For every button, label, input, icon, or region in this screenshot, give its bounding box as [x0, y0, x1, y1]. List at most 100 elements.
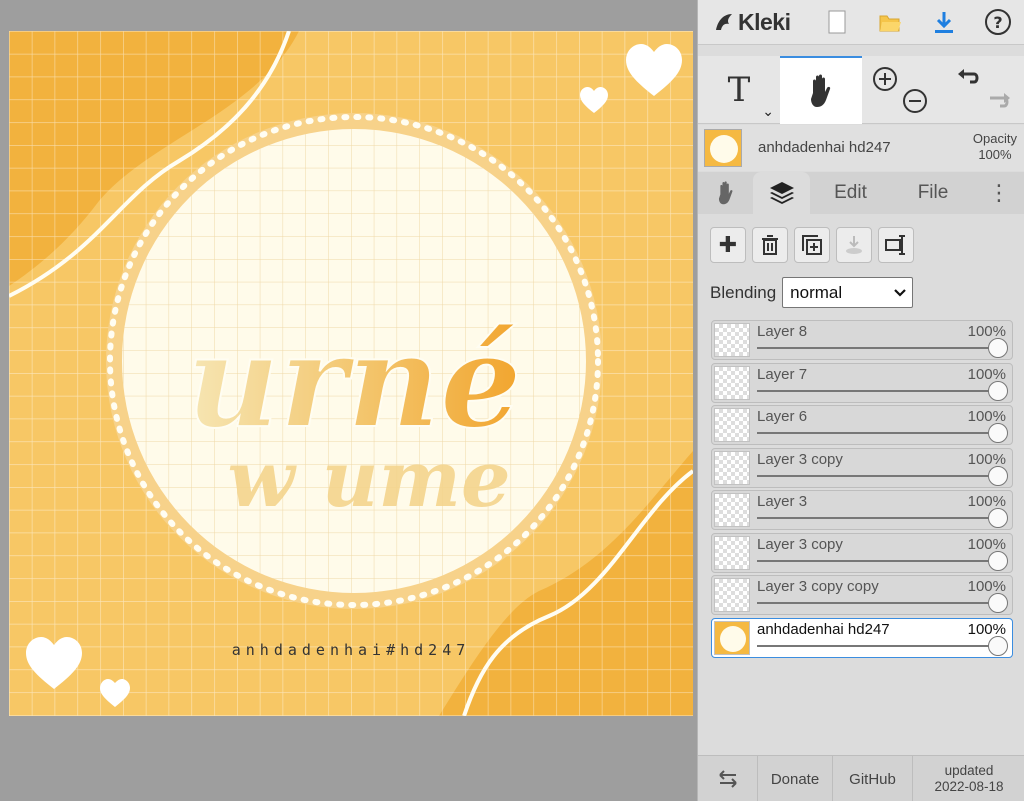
tool-bar: T ⌄	[698, 56, 1024, 124]
delete-layer-button[interactable]	[752, 227, 788, 263]
slider-handle[interactable]	[988, 635, 1008, 656]
chevron-down-icon	[894, 288, 906, 297]
rename-layer-button[interactable]	[878, 227, 914, 263]
tab-layers[interactable]	[753, 172, 810, 214]
layer-opacity: 100%	[967, 535, 1006, 553]
slider-handle[interactable]	[988, 338, 1008, 358]
layers-list: Layer 8 100% Layer 7 100% Layer 6 100% Layer 3…	[711, 320, 1013, 660]
layer-name: Layer 6	[757, 408, 808, 425]
layer-opacity-slider[interactable]	[757, 423, 1008, 443]
active-layer-thumbnail[interactable]	[704, 129, 742, 167]
layer-opacity-slider[interactable]	[757, 465, 1008, 486]
duplicate-icon	[802, 235, 822, 255]
hand-tool-button[interactable]	[780, 56, 862, 124]
new-image-button[interactable]	[810, 0, 864, 45]
kleki-logo[interactable]: Kleki	[698, 0, 810, 45]
layer-name: Layer 8	[757, 323, 808, 340]
layer-row[interactable]: Layer 3 copy copy 100%	[711, 575, 1013, 615]
blending-value: normal	[790, 282, 843, 302]
save-button[interactable]	[917, 0, 971, 45]
swap-sides-button[interactable]	[698, 756, 758, 801]
opacity-value: 100%	[978, 147, 1012, 162]
side-panel: Kleki ? T ⌄ anhdadenhai hd247 Opacity 10…	[697, 0, 1024, 801]
layer-opacity: 100%	[967, 450, 1006, 468]
open-file-button[interactable]	[864, 0, 918, 45]
blending-select[interactable]: normal	[782, 277, 914, 308]
slider-handle[interactable]	[988, 380, 1008, 401]
layer-thumbnail[interactable]	[714, 578, 750, 612]
bottom-bar: Donate GitHub updated 2022-08-18	[698, 755, 1024, 801]
canvas-area[interactable]: urné w ume anhdadenhai#hd247	[0, 0, 697, 801]
add-layer-button[interactable]: ✚	[710, 227, 746, 263]
layer-name: anhdadenhai hd247	[757, 620, 890, 638]
merge-down-button[interactable]	[836, 227, 872, 263]
svg-text:w ume: w ume	[227, 434, 510, 525]
layer-name: Layer 7	[757, 365, 808, 383]
layer-row[interactable]: Layer 7 100%	[711, 362, 1013, 403]
zoom-out-icon[interactable]	[902, 88, 928, 114]
layer-opacity-slider[interactable]	[757, 550, 1008, 571]
layer-thumbnail[interactable]	[714, 620, 750, 655]
more-menu-button[interactable]: ⋮	[983, 172, 1015, 214]
text-tool-icon: T	[727, 70, 751, 110]
redo-icon[interactable]	[986, 90, 1012, 114]
hand-icon	[811, 74, 831, 107]
tab-edit[interactable]: Edit	[813, 172, 888, 214]
github-link[interactable]: GitHub	[833, 756, 913, 801]
folder-icon	[879, 15, 902, 32]
tab-file[interactable]: File	[893, 172, 973, 214]
artwork-canvas[interactable]: urné w ume anhdadenhai#hd247	[9, 31, 693, 716]
layer-thumbnail[interactable]	[714, 493, 750, 527]
active-layer-header: anhdadenhai hd247 Opacity 100%	[698, 125, 1024, 171]
layer-name: Layer 3 copy copy	[757, 578, 879, 595]
updated-label: updated	[944, 763, 994, 778]
layers-icon	[769, 182, 794, 204]
text-tool-button[interactable]: T ⌄	[698, 56, 780, 124]
chevron-down-icon[interactable]: ⌄	[762, 103, 774, 120]
layer-thumbnail[interactable]	[714, 535, 750, 570]
layer-thumbnail[interactable]	[714, 408, 750, 442]
zoom-in-icon[interactable]	[872, 66, 898, 92]
merge-down-icon	[846, 236, 862, 254]
updated-date: 2022-08-18	[934, 779, 1004, 794]
layer-opacity-slider[interactable]	[757, 338, 1008, 358]
slider-handle[interactable]	[988, 423, 1008, 443]
undo-icon[interactable]	[956, 66, 982, 90]
slider-handle[interactable]	[988, 465, 1008, 486]
rename-icon	[885, 235, 905, 255]
zoom-controls	[864, 56, 936, 124]
svg-text:?: ?	[993, 13, 1002, 32]
slider-handle[interactable]	[988, 508, 1008, 528]
slider-handle[interactable]	[988, 593, 1008, 613]
layer-thumbnail-art	[715, 621, 749, 654]
blending-row: Blending normal	[710, 277, 914, 308]
layer-row[interactable]: Layer 6 100%	[711, 405, 1013, 445]
swap-icon	[718, 770, 737, 788]
layer-thumbnail[interactable]	[714, 450, 750, 485]
trash-icon	[762, 235, 778, 255]
duplicate-layer-button[interactable]	[794, 227, 830, 263]
layer-row[interactable]: Layer 3 copy 100%	[711, 447, 1013, 488]
layer-row[interactable]: Layer 8 100%	[711, 320, 1013, 360]
slider-handle[interactable]	[988, 550, 1008, 571]
layer-thumbnail[interactable]	[714, 365, 750, 400]
layer-row[interactable]: Layer 3 100%	[711, 490, 1013, 530]
layer-name: Layer 3	[757, 493, 808, 510]
layer-thumbnail[interactable]	[714, 323, 750, 357]
download-icon	[935, 12, 954, 33]
app-name: Kleki	[738, 8, 791, 35]
history-controls	[944, 56, 1024, 124]
layer-thumbnail-art	[705, 130, 741, 166]
layer-opacity-slider[interactable]	[757, 380, 1008, 401]
tab-hand[interactable]	[698, 172, 753, 214]
layer-opacity-slider[interactable]	[757, 593, 1008, 613]
layer-row[interactable]: anhdadenhai hd247 100%	[711, 617, 1013, 658]
layer-opacity: 100%	[967, 620, 1006, 638]
opacity-label: Opacity	[972, 131, 1017, 146]
updated-info[interactable]: updated 2022-08-18	[913, 756, 1024, 801]
help-button[interactable]: ?	[971, 0, 1024, 45]
layer-opacity-slider[interactable]	[757, 635, 1008, 656]
donate-link[interactable]: Donate	[758, 756, 833, 801]
layer-opacity-slider[interactable]	[757, 508, 1008, 528]
layer-row[interactable]: Layer 3 copy 100%	[711, 532, 1013, 573]
